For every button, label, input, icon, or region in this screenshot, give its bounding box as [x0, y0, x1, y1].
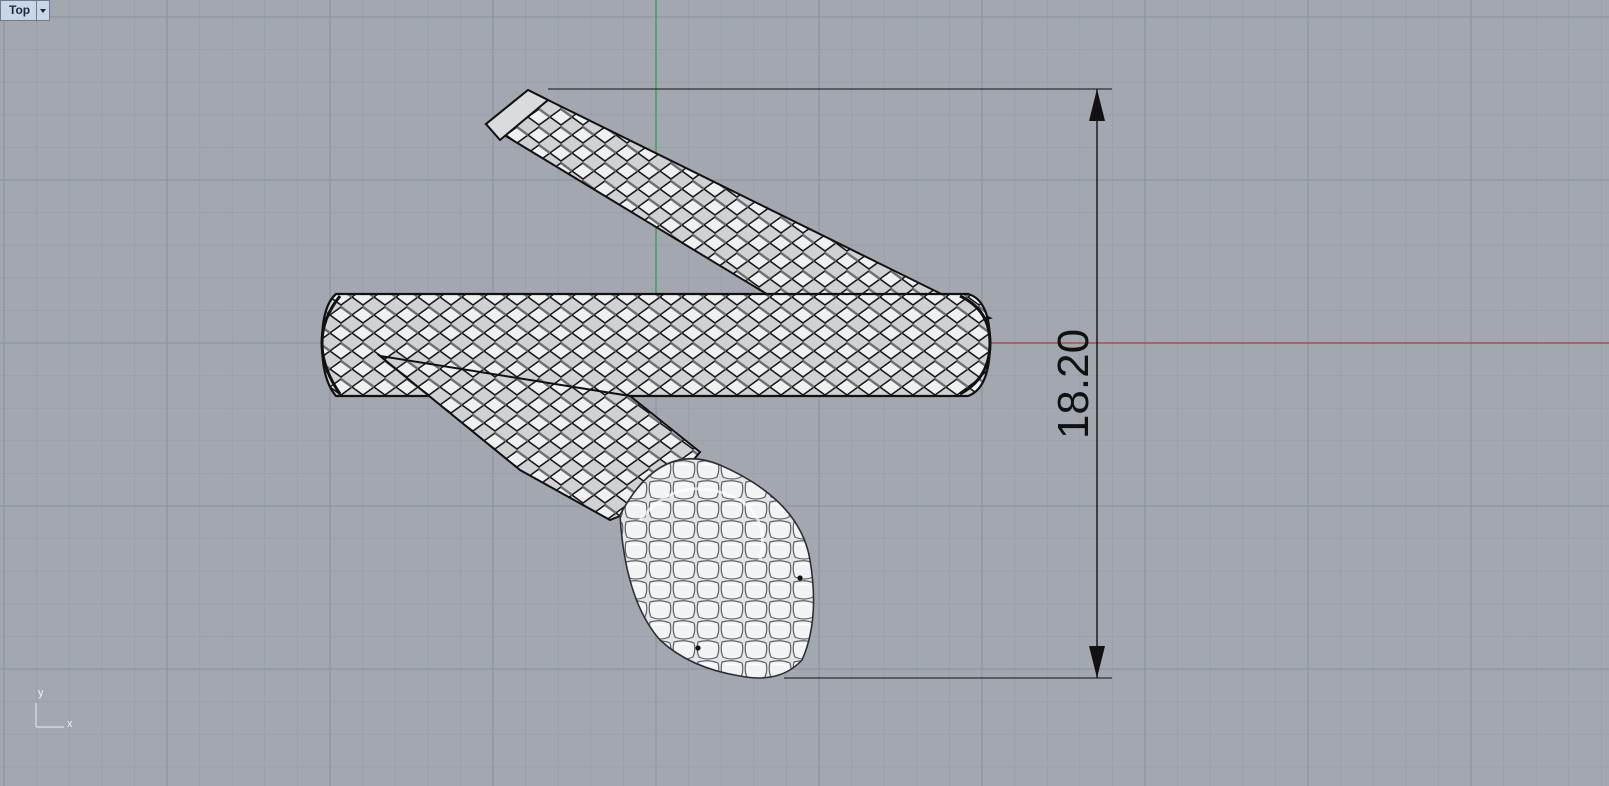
snake-eye-right	[797, 575, 803, 581]
axis-indicator-x-label: x	[67, 718, 73, 730]
dimension-arrowhead-bottom	[1089, 646, 1105, 678]
viewport-canvas[interactable]: 18.20	[0, 0, 1609, 786]
axis-indicator	[35, 703, 64, 728]
dimension-arrowhead-top	[1089, 89, 1105, 121]
chevron-down-icon	[40, 8, 47, 13]
dimension-value: 18.20	[1049, 329, 1098, 439]
viewport-top[interactable]: 18.20 y x Top	[0, 0, 1609, 786]
viewport-title-tab[interactable]: Top	[0, 0, 51, 21]
snake-eye-left	[695, 645, 701, 651]
viewport-title-label[interactable]: Top	[1, 1, 36, 20]
snake-ring-model[interactable]	[320, 88, 993, 679]
axis-indicator-y-label: y	[38, 687, 44, 699]
viewport-menu-dropdown[interactable]	[36, 1, 49, 20]
